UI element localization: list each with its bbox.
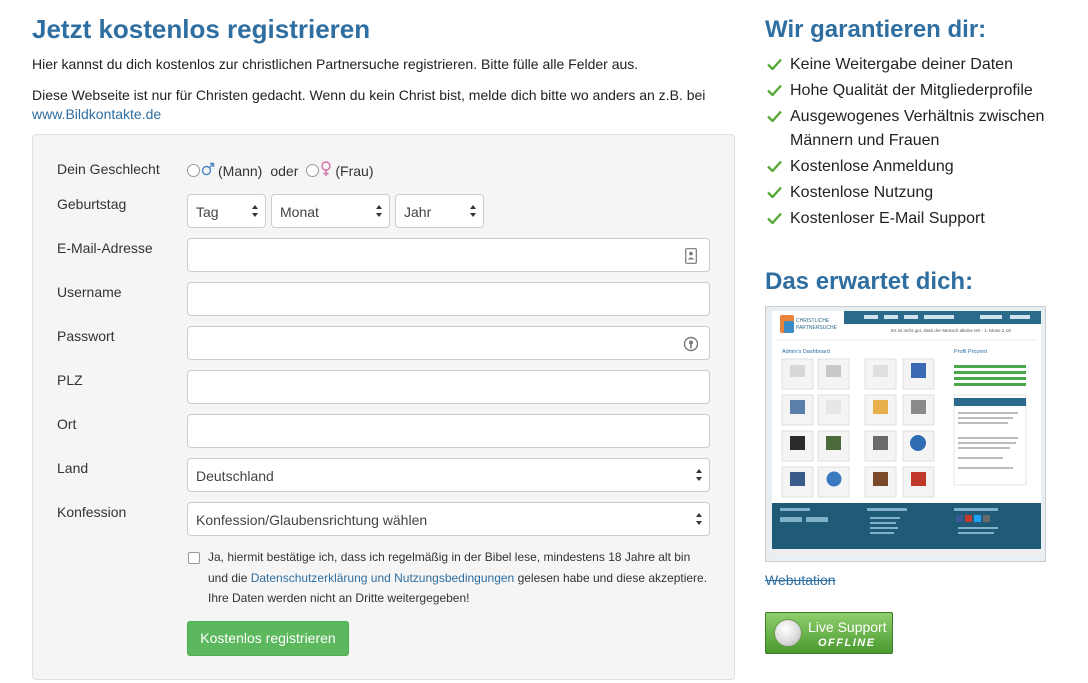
land-select[interactable]: Deutschland [187, 458, 710, 492]
select-arrows-icon [696, 513, 702, 525]
checkmark-icon [767, 186, 782, 198]
guarantee-item-text: Kostenlose Nutzung [790, 184, 934, 201]
live-support-label: Live Support [808, 619, 887, 635]
page-title: Jetzt kostenlos registrieren [32, 14, 371, 44]
preview-dashboard-title: Admin's Dashboard [782, 349, 830, 355]
registration-form: Dein Geschlecht (Mann) oder (Frau) Gebur… [32, 134, 735, 680]
dashboard-preview[interactable]: CHRISTLICHE PARTNERSUCHE Es ist nicht gu… [765, 306, 1046, 562]
guarantee-item: Ausgewogenes Verhältnis zwischen Männern… [767, 105, 1067, 153]
guarantee-item-text: Ausgewogenes Verhältnis zwischen Männern… [790, 108, 1045, 149]
guarantee-item-text: Kostenloser E-Mail Support [790, 210, 985, 227]
gender-label: Dein Geschlecht [57, 161, 160, 177]
ort-field[interactable] [187, 414, 710, 448]
live-support-status-icon [774, 619, 802, 647]
confession-select[interactable]: Konfession/Glaubensrichtung wählen [187, 502, 710, 536]
email-label: E-Mail-Adresse [57, 240, 153, 256]
guarantee-item: Hohe Qualität der Mitgliederprofile [767, 79, 1067, 103]
gender-male-label: (Mann) [218, 162, 263, 179]
contact-card-icon [685, 248, 697, 264]
webutation-link[interactable]: Webutation [765, 572, 836, 588]
gender-female-radio[interactable] [306, 164, 320, 177]
checkmark-icon [767, 160, 782, 172]
guarantee-item-text: Hohe Qualität der Mitgliederprofile [790, 82, 1033, 99]
email-field[interactable] [187, 238, 710, 272]
select-arrows-icon [696, 469, 702, 481]
land-label: Land [57, 460, 89, 476]
birthday-year-select[interactable]: Jahr [395, 194, 484, 228]
gender-or-text: oder [270, 162, 299, 179]
privacy-terms-link[interactable]: Datenschutzerklärung und Nutzungsbedingu… [251, 571, 515, 585]
plz-label: PLZ [57, 372, 83, 388]
select-arrows-icon [470, 205, 476, 217]
birthday-label: Geburtstag [57, 196, 127, 212]
bildkontakte-link[interactable]: www.Bildkontakte.de [32, 106, 161, 122]
ort-label: Ort [57, 416, 77, 432]
preview-logo-line1: CHRISTLICHE [796, 318, 830, 324]
key-icon [683, 336, 699, 352]
birthday-day-select[interactable]: Tag [187, 194, 266, 228]
preview-quote: Es ist nicht gut, dass der Mensch allein… [891, 328, 1011, 333]
guarantee-item-text: Keine Weitergabe deiner Daten [790, 56, 1013, 73]
guarantee-item: Kostenlose Nutzung [767, 181, 1067, 205]
live-support-status: OFFLINE [818, 637, 876, 649]
expect-title: Das erwartet dich: [765, 268, 974, 295]
birthday-month-select[interactable]: Monat [271, 194, 390, 228]
password-field[interactable] [187, 326, 710, 360]
land-value: Deutschland [196, 468, 274, 484]
select-arrows-icon [252, 205, 258, 217]
intro-text: Hier kannst du dich kostenlos zur christ… [32, 56, 639, 72]
plz-field[interactable] [187, 370, 710, 404]
live-support-button[interactable]: Live Support OFFLINE [765, 612, 893, 654]
checkmark-icon [767, 212, 782, 224]
confession-value: Konfession/Glaubensrichtung wählen [196, 512, 428, 528]
checkmark-icon [767, 110, 782, 122]
birthday-year-value: Jahr [404, 204, 432, 220]
select-arrows-icon [376, 205, 382, 217]
birthday-month-value: Monat [280, 204, 319, 220]
preview-logo-line2: PARTNERSUCHE [796, 325, 838, 331]
dashboard-screenshot: CHRISTLICHE PARTNERSUCHE Es ist nicht gu… [766, 307, 1045, 561]
guarantee-title: Wir garantieren dir: [765, 16, 987, 43]
guarantee-item: Kostenlose Anmeldung [767, 155, 1067, 179]
checkmark-icon [767, 58, 782, 70]
consent-checkbox[interactable] [188, 552, 200, 564]
username-field[interactable] [187, 282, 710, 316]
guarantee-item-text: Kostenlose Anmeldung [790, 158, 954, 175]
password-label: Passwort [57, 328, 115, 344]
gender-female-label: (Frau) [335, 162, 374, 179]
register-button[interactable]: Kostenlos registrieren [187, 621, 349, 656]
consent-text: Ja, hiermit bestätige ich, dass ich rege… [208, 547, 713, 609]
confession-label: Konfession [57, 504, 127, 520]
guarantee-item: Kostenloser E-Mail Support [767, 207, 1067, 231]
male-symbol-icon [201, 162, 215, 179]
checkmark-icon [767, 84, 782, 96]
preview-profile-title: Profil Prozent [954, 349, 987, 355]
female-symbol-icon [320, 161, 332, 180]
birthday-day-value: Tag [196, 204, 219, 220]
guarantee-list: Keine Weitergabe deiner Daten Hohe Quali… [767, 53, 1067, 233]
username-label: Username [57, 284, 122, 300]
gender-options: (Mann) oder (Frau) [187, 161, 382, 180]
intro-text-christians: Diese Webseite ist nur für Christen geda… [32, 87, 706, 103]
gender-male-radio[interactable] [187, 164, 200, 177]
guarantee-item: Keine Weitergabe deiner Daten [767, 53, 1067, 77]
